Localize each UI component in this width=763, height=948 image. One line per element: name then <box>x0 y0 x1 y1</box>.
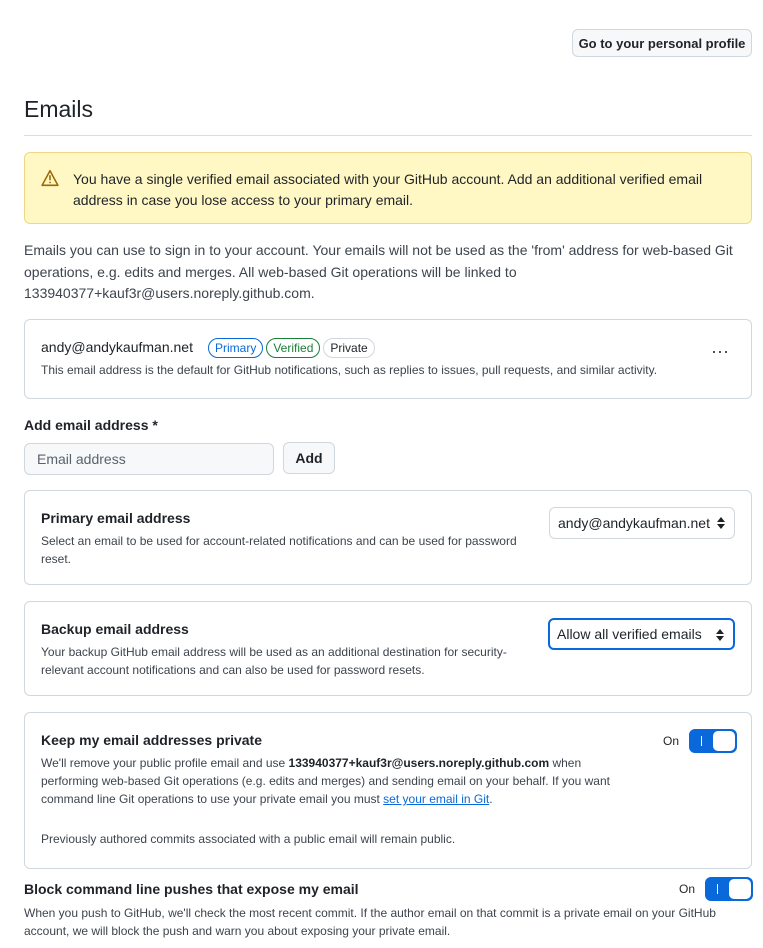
verified-badge: Verified <box>266 338 321 358</box>
block-pushes-description: When you push to GitHub, we'll check the… <box>24 906 716 938</box>
block-pushes-toggle[interactable] <box>705 877 754 901</box>
intro-text: Emails you can use to sign in to your ac… <box>24 242 733 301</box>
toggle-state-label: On <box>679 882 696 896</box>
primary-email-section: Primary email address Select an email to… <box>24 490 752 585</box>
email-description: This email address is the default for Gi… <box>41 363 658 377</box>
noreply-email: 133940377+kauf3r@users.noreply.github.co… <box>288 756 550 770</box>
backup-email-description: Your backup GitHub email address will be… <box>41 645 507 677</box>
backup-email-section: Backup email address Your backup GitHub … <box>24 601 752 696</box>
email-address: andy@andykaufman.net <box>41 339 193 355</box>
primary-email-select[interactable]: andy@andykaufman.net <box>549 507 735 539</box>
select-arrows-icon <box>715 628 725 645</box>
backup-email-heading: Backup email address <box>41 621 189 637</box>
divider <box>24 135 752 136</box>
private-badge: Private <box>323 338 375 358</box>
toggle-on-icon <box>701 736 703 746</box>
page-title: Emails <box>24 96 94 122</box>
primary-email-heading: Primary email address <box>41 510 191 526</box>
backup-email-selected: Allow all verified emails <box>557 626 702 642</box>
set-email-in-git-link[interactable]: set your email in Git <box>383 792 489 806</box>
add-email-label: Add email address * <box>24 417 158 433</box>
primary-email-description: Select an email to be used for account-r… <box>41 534 517 566</box>
keep-private-description: We'll remove your public profile email a… <box>41 756 610 806</box>
keep-private-toggle-group: On <box>663 729 738 753</box>
backup-email-select[interactable]: Allow all verified emails <box>548 618 735 650</box>
keep-private-note: Previously authored commits associated w… <box>41 832 456 846</box>
toggle-knob <box>712 730 737 752</box>
primary-email-selected: andy@andykaufman.net <box>558 515 710 531</box>
toggle-on-icon <box>717 884 719 894</box>
toggle-state-label: On <box>663 734 680 748</box>
block-pushes-heading: Block command line pushes that expose my… <box>24 881 359 897</box>
kebab-menu-icon[interactable]: ⋯ <box>711 342 730 363</box>
keep-private-section: Keep my email addresses private We'll re… <box>24 712 752 869</box>
warning-text: You have a single verified email associa… <box>73 171 703 208</box>
keep-private-heading: Keep my email addresses private <box>41 732 263 748</box>
keep-private-toggle[interactable] <box>689 729 738 753</box>
select-arrows-icon <box>716 516 726 533</box>
toggle-knob <box>728 878 753 900</box>
warning-banner: You have a single verified email associa… <box>24 152 752 224</box>
go-to-profile-button[interactable]: Go to your personal profile <box>572 29 752 57</box>
block-pushes-toggle-group: On <box>679 877 754 901</box>
email-card: andy@andykaufman.net Primary Verified Pr… <box>24 319 752 399</box>
email-input[interactable] <box>24 443 274 475</box>
alert-icon <box>41 169 59 192</box>
add-email-button[interactable]: Add <box>283 442 335 474</box>
primary-badge: Primary <box>208 338 264 358</box>
